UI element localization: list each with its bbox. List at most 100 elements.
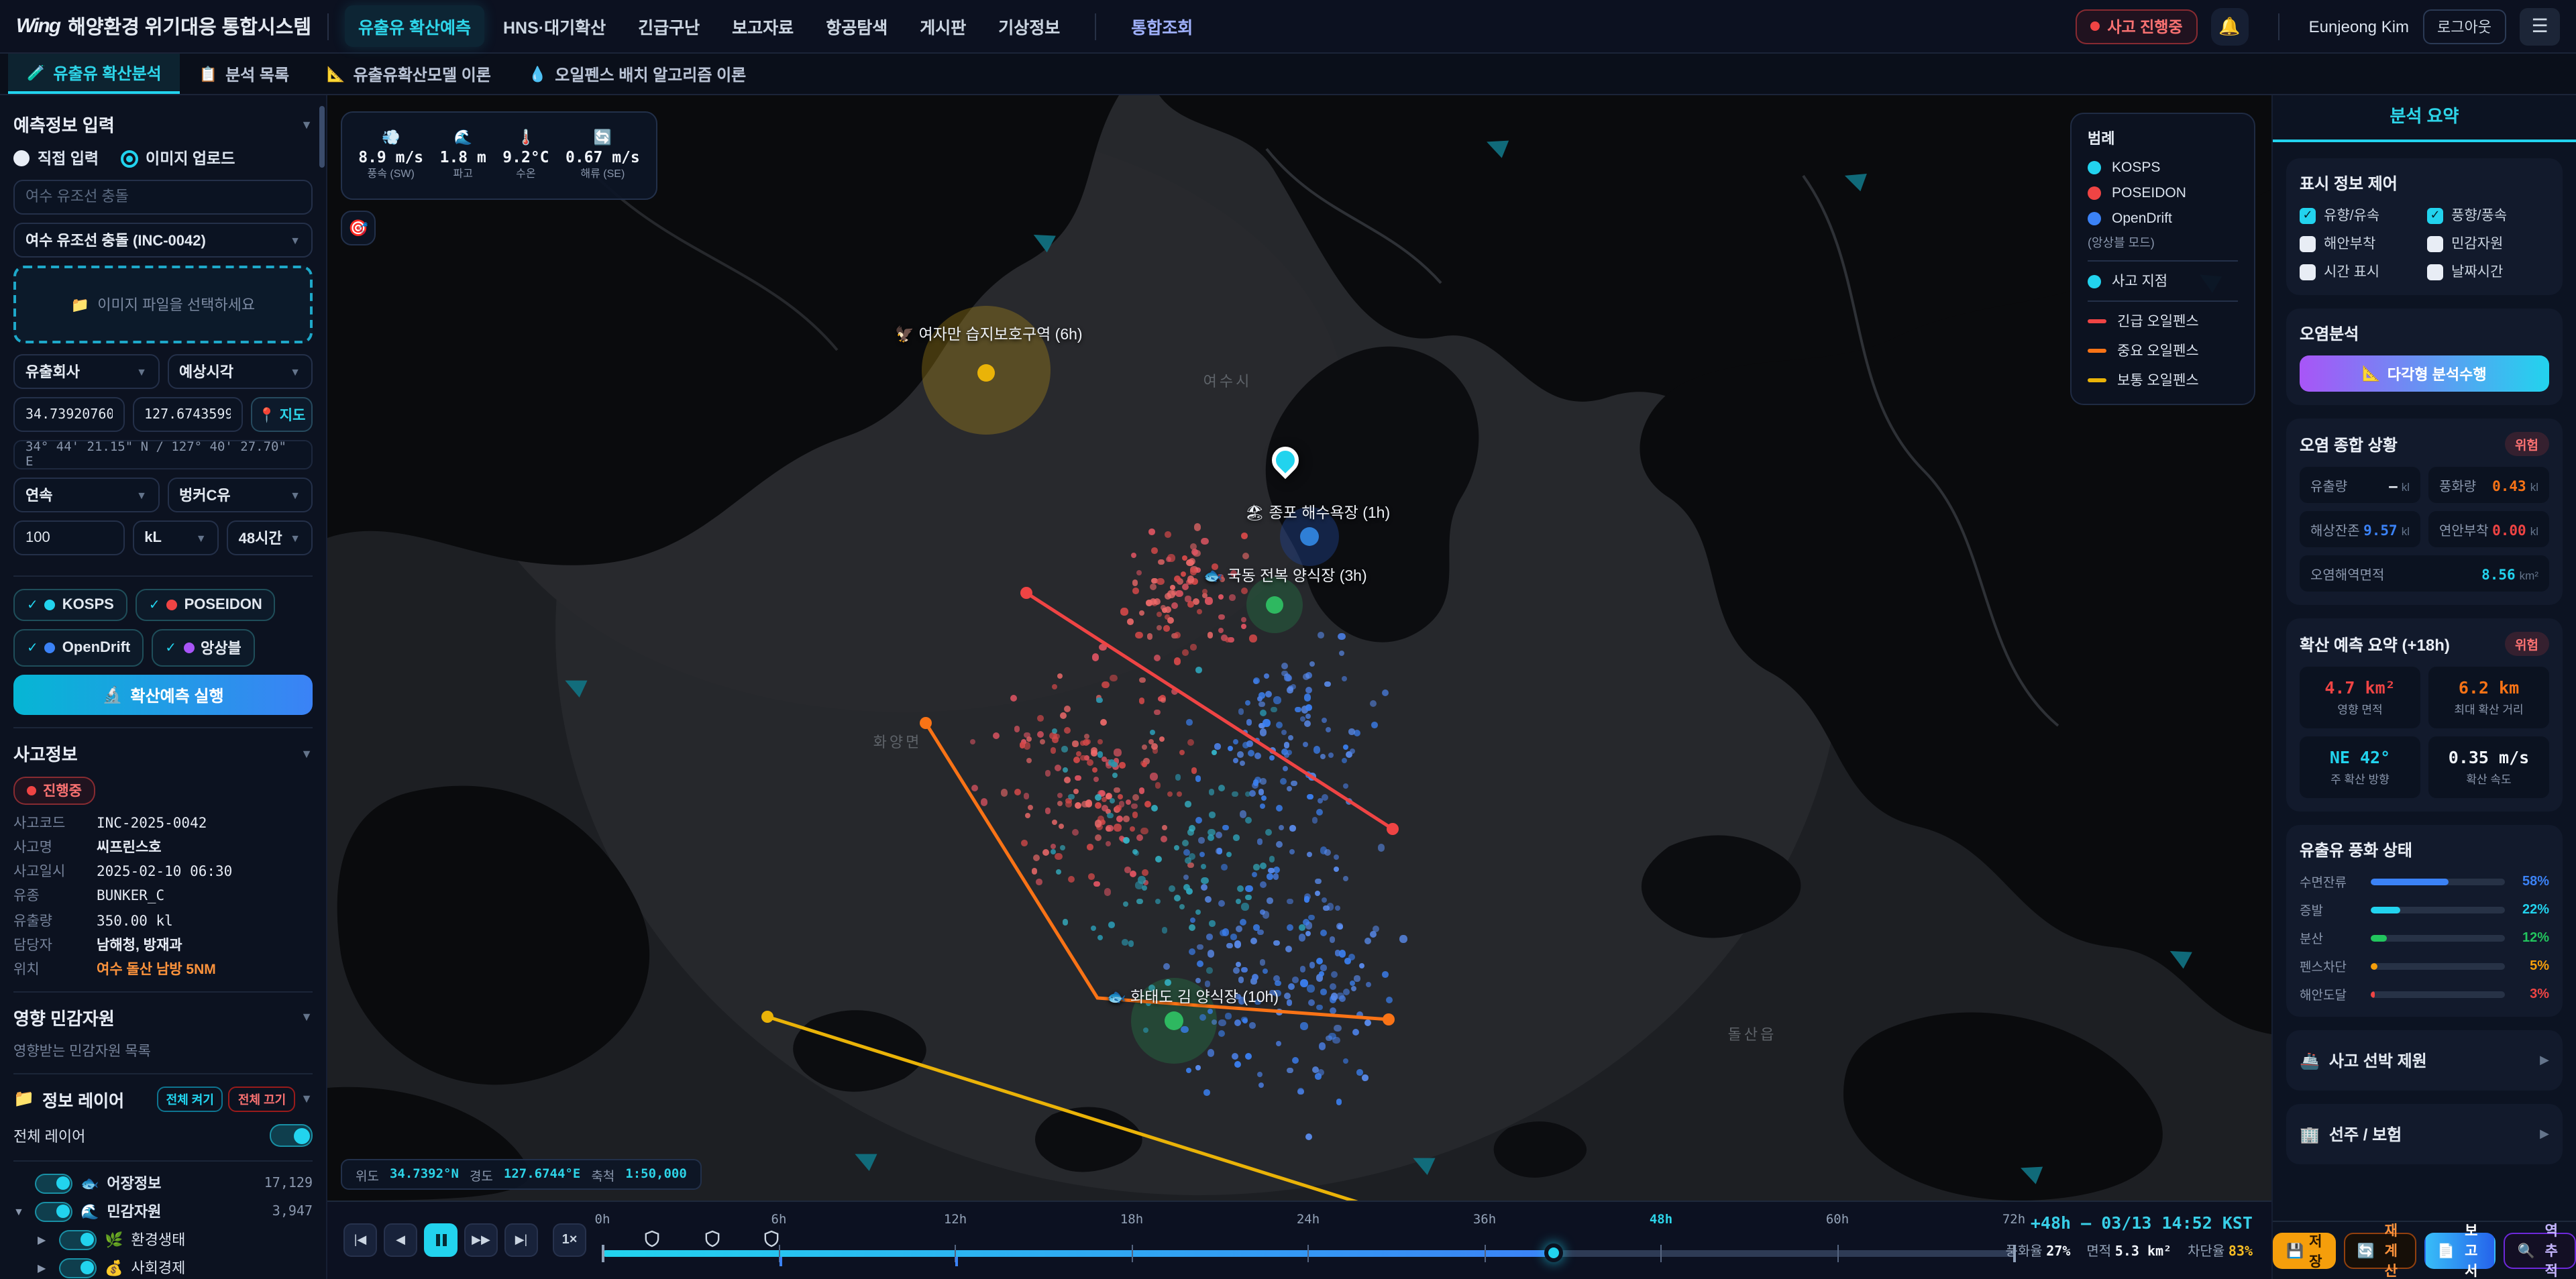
checkbox-time-display[interactable]: 시간 표시: [2300, 262, 2422, 282]
map-canvas[interactable]: 여수시 화양면 돌산읍 🦅 여자만 습지보호구역 (6h) 🏖 종포 해수욕장 …: [327, 95, 2271, 1201]
skip-to-start-button[interactable]: |◀: [343, 1223, 377, 1257]
nav-hns-diffusion[interactable]: HNS·대기확산: [490, 5, 619, 47]
layer-row-eco: 🌿 환경생태: [13, 1226, 313, 1254]
checkbox-current-dir[interactable]: 유향/유속: [2300, 205, 2422, 225]
chevron-down-icon[interactable]: [301, 117, 313, 131]
all-layers-on-button[interactable]: 전체 켜기: [157, 1087, 223, 1112]
ship-spec-fold[interactable]: 🚢 사고 선박 제원: [2286, 1030, 2563, 1091]
image-upload-dropzone[interactable]: 📁 이미지 파일을 선택하세요: [13, 266, 313, 343]
tab-boom-algorithm-theory[interactable]: 💧 오일펜스 배치 알고리즘 이론: [510, 54, 765, 94]
model-toggle-opendrift[interactable]: OpenDrift: [13, 629, 144, 667]
layer-toggle[interactable]: [59, 1230, 97, 1250]
oil-type-select[interactable]: 벙커C유: [167, 478, 313, 512]
spill-company-select[interactable]: 유출회사: [13, 354, 159, 389]
nav-reports[interactable]: 보고자료: [718, 5, 807, 47]
chevron-down-icon[interactable]: [301, 746, 313, 760]
nav-aerial-search[interactable]: 항공탐색: [812, 5, 901, 47]
tick-label-18h: 18h: [1120, 1213, 1143, 1227]
stat-weathered: 풍화량0.43kl: [2428, 467, 2549, 503]
header-right: 사고 진행중 🔔 Eunjeong Kim 로그아웃 ☰: [2075, 7, 2560, 45]
chevron-down-icon[interactable]: [301, 1011, 313, 1024]
top-header: Wing 해양환경 위기대응 통합시스템 유출유 확산예측 HNS·대기확산 긴…: [0, 0, 2576, 54]
field-value: 여수 돌산 남방 5NM: [97, 962, 216, 979]
all-layers-toggle[interactable]: [270, 1125, 313, 1148]
ensemble-color-dot: [183, 643, 194, 653]
all-layers-off-button[interactable]: 전체 끄기: [229, 1087, 295, 1112]
duration-select[interactable]: 48시간: [227, 520, 313, 555]
pollution-analysis-card: 오염분석 📐 다각형 분석수행: [2286, 309, 2563, 405]
legend-kosps: KOSPS: [2088, 160, 2238, 176]
pick-on-map-button[interactable]: 📍 지도: [251, 397, 313, 432]
fast-forward-button[interactable]: ▶▶: [464, 1223, 498, 1257]
run-button-label: 확산예측 실행: [130, 683, 223, 706]
save-button[interactable]: 💾저장: [2273, 1233, 2336, 1269]
model-toggle-poseidon[interactable]: POSEIDON: [136, 589, 276, 621]
nav-oil-spill-forecast[interactable]: 유출유 확산예측: [345, 5, 484, 47]
expected-time-select[interactable]: 예상시각: [167, 354, 313, 389]
chevron-down-icon[interactable]: [301, 1093, 313, 1106]
save-icon: 💾: [2286, 1242, 2304, 1260]
yellow-dash-icon: [2088, 378, 2106, 382]
laver-farm-marker-dot[interactable]: [1165, 1011, 1183, 1030]
incident-select[interactable]: 여수 유조선 충돌 (INC-0042): [13, 223, 313, 258]
spill-type-select[interactable]: 연속: [13, 478, 159, 512]
wetland-marker-dot[interactable]: [977, 364, 995, 382]
backtrace-button[interactable]: 🔍역추적: [2504, 1233, 2576, 1269]
chevron-down-icon[interactable]: [13, 1206, 27, 1218]
checkbox-wind-dir[interactable]: 풍향/풍속: [2427, 205, 2549, 225]
timeline-track-zone[interactable]: 0h 6h 12h 18h 24h 36h 48h 60h 72h: [602, 1202, 2014, 1279]
chevron-right-icon[interactable]: [38, 1234, 51, 1246]
nav-weather-info[interactable]: 기상정보: [985, 5, 1073, 47]
predict-input-section-title: 예측정보 입력: [13, 111, 313, 137]
nav-board[interactable]: 게시판: [906, 5, 979, 47]
report-button[interactable]: 📄보고서: [2424, 1233, 2496, 1269]
playback-speed-button[interactable]: 1×: [553, 1223, 586, 1257]
radio-direct-input[interactable]: 직접 입력: [13, 148, 99, 169]
folder-icon: 📁: [71, 296, 89, 313]
incident-search-input[interactable]: [13, 180, 313, 215]
layer-toggle[interactable]: [35, 1202, 72, 1222]
sidebar-scrollbar[interactable]: [319, 106, 325, 168]
notification-bell-button[interactable]: 🔔: [2211, 7, 2249, 45]
checkbox-sensitive-resources[interactable]: 민감자원: [2427, 233, 2549, 254]
current-icon: 🔄: [566, 131, 640, 147]
unit-select[interactable]: kL: [132, 520, 218, 555]
nav-integrated-search[interactable]: 통합조회: [1118, 5, 1206, 47]
chevron-right-icon: [2540, 1127, 2549, 1142]
pause-button[interactable]: [424, 1223, 458, 1257]
recalculate-button[interactable]: 🔄재계산: [2344, 1233, 2416, 1269]
section-title: 정보 레이어: [42, 1087, 124, 1112]
nav-emergency-rescue[interactable]: 긴급구난: [625, 5, 713, 47]
layer-toggle[interactable]: [59, 1258, 97, 1278]
polygon-analysis-button[interactable]: 📐 다각형 분석수행: [2300, 355, 2549, 392]
recenter-target-button[interactable]: 🎯: [341, 211, 376, 245]
owner-insurance-fold[interactable]: 🏢 선주 / 보험: [2286, 1104, 2563, 1164]
run-forecast-button[interactable]: 🔬 확산예측 실행: [13, 675, 313, 715]
tab-analysis-list[interactable]: 📋 분석 목록: [180, 54, 308, 94]
longitude-input[interactable]: [132, 397, 243, 432]
tile-spread-speed: 0.35 m/s확산 속도: [2428, 736, 2549, 798]
hamburger-menu-button[interactable]: ☰: [2520, 7, 2560, 45]
beach-marker-dot[interactable]: [1300, 527, 1319, 546]
timeline-thumb[interactable]: [1544, 1243, 1563, 1262]
checkbox-shore-attach[interactable]: 해안부착: [2300, 233, 2422, 254]
divider: [2088, 300, 2238, 302]
chevron-right-icon[interactable]: [38, 1262, 51, 1274]
tab-spill-analysis[interactable]: 🧪 유출유 확산분석: [8, 54, 180, 94]
tab-model-theory[interactable]: 📐 유출유확산모델 이론: [308, 54, 510, 94]
abalone-farm-marker-dot[interactable]: [1266, 596, 1283, 614]
layer-toggle[interactable]: [35, 1174, 72, 1194]
latitude-input[interactable]: [13, 397, 124, 432]
model-toggle-kosps[interactable]: KOSPS: [13, 589, 127, 621]
amount-input[interactable]: [13, 520, 124, 555]
logout-button[interactable]: 로그아웃: [2422, 9, 2506, 44]
checkbox-icon: [2427, 235, 2443, 252]
radio-image-upload[interactable]: 이미지 업로드: [120, 148, 235, 169]
skip-to-end-button[interactable]: ▶|: [504, 1223, 538, 1257]
model-toggle-ensemble[interactable]: 앙상블: [152, 629, 255, 667]
checkbox-datetime[interactable]: 날짜시간: [2427, 262, 2549, 282]
stat-spill-amount: 유출량–kl: [2300, 467, 2420, 503]
step-back-button[interactable]: ◀: [384, 1223, 417, 1257]
kosps-dot-icon: [2088, 161, 2101, 174]
field-label: 유출량: [13, 913, 97, 930]
